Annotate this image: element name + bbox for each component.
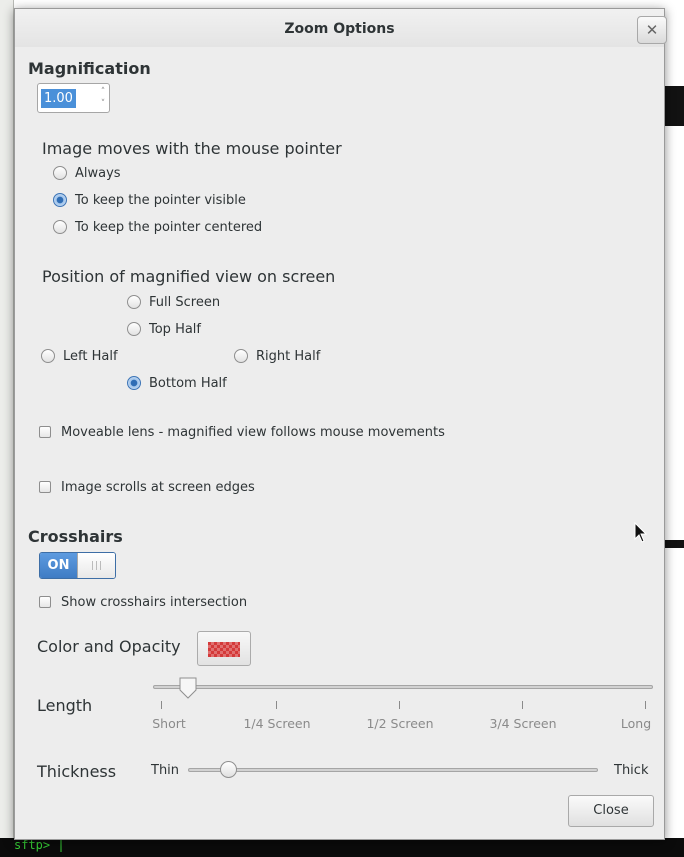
- spin-up-icon[interactable]: ˄: [97, 86, 109, 98]
- spin-arrows[interactable]: ˄ ˅: [97, 86, 109, 110]
- titlebar: Zoom Options ✕: [15, 9, 667, 47]
- color-opacity-label: Color and Opacity: [37, 637, 181, 656]
- background-terminal: sftp> |: [0, 838, 684, 857]
- radio-keep-visible[interactable]: [53, 193, 67, 207]
- length-tick-half: [399, 701, 400, 709]
- thin-label: Thin: [151, 763, 180, 778]
- crosshairs-switch[interactable]: ON: [39, 552, 116, 579]
- radio-top-half-label[interactable]: Top Half: [149, 322, 201, 337]
- moveable-lens-label[interactable]: Moveable lens - magnified view follows m…: [61, 425, 445, 440]
- show-intersection-label[interactable]: Show crosshairs intersection: [61, 595, 247, 610]
- mouse-tracking-heading: Image moves with the mouse pointer: [42, 139, 342, 158]
- crosshairs-heading: Crosshairs: [28, 527, 123, 546]
- zoom-options-dialog: Zoom Options ✕ Magnification 1.00 ˄ ˅ Im…: [14, 8, 667, 840]
- switch-on-label[interactable]: ON: [40, 553, 77, 578]
- screen-position-heading: Position of magnified view on screen: [42, 267, 336, 286]
- length-tick-short: [161, 701, 162, 709]
- thickness-slider-knob[interactable]: [220, 761, 237, 778]
- radio-top-half[interactable]: [127, 322, 141, 336]
- close-button[interactable]: Close: [568, 795, 654, 827]
- scroll-edges-label[interactable]: Image scrolls at screen edges: [61, 480, 255, 495]
- radio-right-half-label[interactable]: Right Half: [256, 349, 320, 364]
- close-window-button[interactable]: ✕: [637, 16, 667, 44]
- grip-icon: [92, 561, 101, 570]
- background-window-right: [664, 0, 684, 857]
- color-swatch: [208, 642, 240, 657]
- mouse-cursor-icon: [634, 522, 648, 543]
- length-tick-long: [645, 701, 646, 709]
- magnification-value[interactable]: 1.00: [41, 89, 76, 108]
- moveable-lens-checkbox[interactable]: [39, 426, 51, 438]
- terminal-prompt: sftp> |: [14, 838, 65, 852]
- radio-left-half[interactable]: [41, 349, 55, 363]
- length-mark-long: Long: [620, 716, 652, 731]
- switch-knob[interactable]: [77, 553, 115, 578]
- length-slider-trough[interactable]: [153, 685, 653, 689]
- thickness-label: Thickness: [37, 762, 117, 781]
- radio-keep-centered-label[interactable]: To keep the pointer centered: [75, 220, 262, 235]
- radio-keep-visible-label[interactable]: To keep the pointer visible: [75, 193, 246, 208]
- thickness-slider-trough[interactable]: [188, 768, 598, 772]
- length-mark-three-quarter: 3/4 Screen: [489, 716, 557, 731]
- magnification-spinbutton[interactable]: 1.00 ˄ ˅: [37, 83, 110, 113]
- background-window-edge: [0, 0, 14, 857]
- length-tick-three-quarter: [522, 701, 523, 709]
- radio-keep-centered[interactable]: [53, 220, 67, 234]
- radio-always[interactable]: [53, 166, 67, 180]
- dialog-title: Zoom Options: [284, 21, 395, 37]
- show-intersection-checkbox[interactable]: [39, 596, 51, 608]
- radio-bottom-half[interactable]: [127, 376, 141, 390]
- color-opacity-button[interactable]: [197, 631, 251, 666]
- radio-left-half-label[interactable]: Left Half: [63, 349, 118, 364]
- length-mark-half: 1/2 Screen: [366, 716, 434, 731]
- scroll-edges-checkbox[interactable]: [39, 481, 51, 493]
- radio-always-label[interactable]: Always: [75, 166, 121, 181]
- length-tick-quarter: [276, 701, 277, 709]
- length-mark-quarter: 1/4 Screen: [243, 716, 311, 731]
- radio-full-screen[interactable]: [127, 295, 141, 309]
- thick-label: Thick: [614, 763, 649, 778]
- radio-right-half[interactable]: [234, 349, 248, 363]
- length-mark-short: Short: [152, 716, 186, 731]
- length-label: Length: [37, 696, 93, 715]
- radio-bottom-half-label[interactable]: Bottom Half: [149, 376, 227, 391]
- spin-down-icon[interactable]: ˅: [97, 98, 109, 110]
- length-slider-knob[interactable]: [179, 677, 197, 699]
- radio-full-screen-label[interactable]: Full Screen: [149, 295, 220, 310]
- magnification-heading: Magnification: [28, 59, 151, 78]
